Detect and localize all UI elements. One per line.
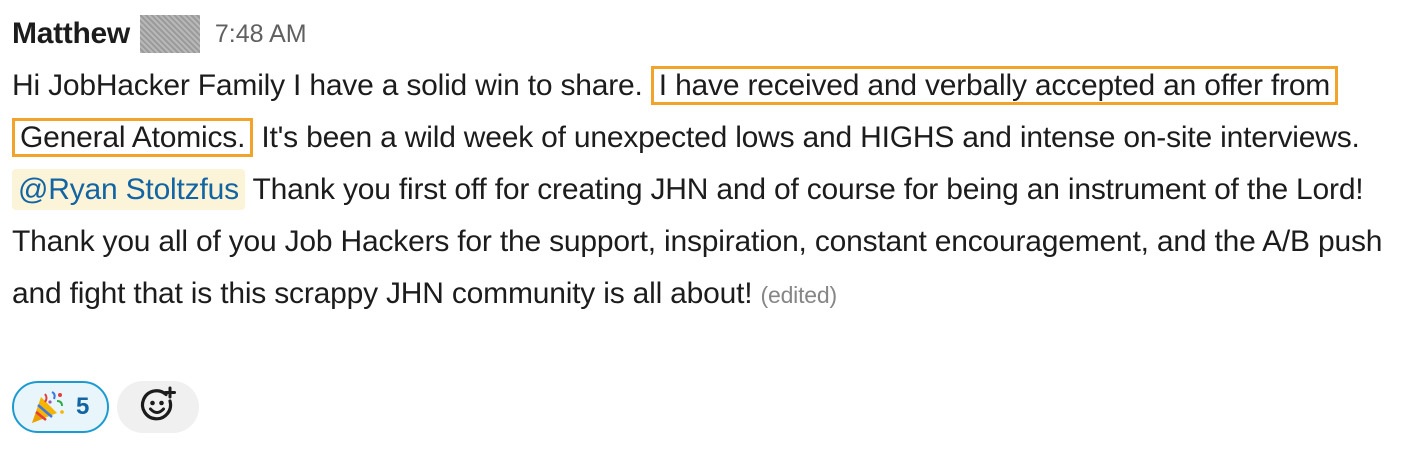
reaction-party-popper[interactable]: 5: [12, 381, 110, 433]
reaction-count: 5: [76, 393, 90, 420]
message-body: Hi JobHacker Family I have a solid win t…: [12, 60, 1412, 321]
user-mention[interactable]: @Ryan Stoltzfus: [12, 169, 245, 210]
author-name[interactable]: Matthew: [12, 17, 130, 51]
edited-label: (edited): [760, 282, 838, 308]
text-middle: It's been a wild week of unexpected lows…: [253, 121, 1360, 154]
redacted-block: [139, 15, 200, 53]
reactions-bar: 5: [12, 381, 200, 433]
text-intro: Hi JobHacker Family I have a solid win t…: [12, 69, 651, 102]
add-emoji-icon: [139, 386, 177, 429]
message-header: Matthew 7:48 AM: [12, 14, 307, 54]
message-timestamp[interactable]: 7:48 AM: [215, 20, 307, 49]
add-reaction-button[interactable]: [117, 381, 200, 433]
party-popper-icon: [28, 388, 66, 426]
